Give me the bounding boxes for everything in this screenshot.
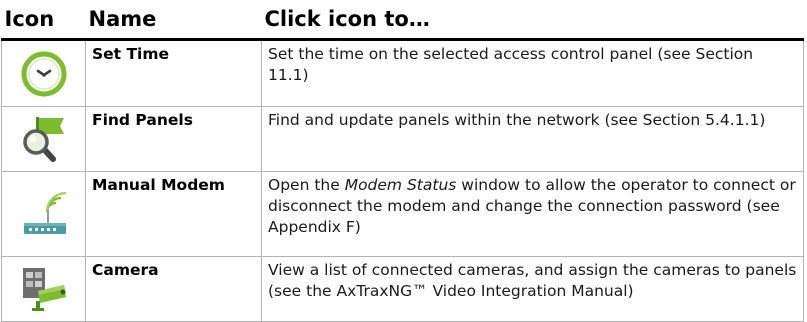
name-cell: Camera <box>85 256 262 322</box>
camera-icon[interactable] <box>20 265 68 313</box>
header-name: Name <box>85 0 262 41</box>
table-row: Set Time Set the time on the selected ac… <box>1 39 804 107</box>
table-row: Find Panels Find and update panels withi… <box>1 106 804 172</box>
modem-status-window-name: Modem Status <box>344 176 457 194</box>
name-cell: Manual Modem <box>85 171 262 257</box>
icon-cell <box>1 39 86 107</box>
icon-cell <box>1 171 86 257</box>
clock-icon[interactable] <box>20 50 68 98</box>
description-cell: View a list of connected cameras, and as… <box>261 256 804 322</box>
name-cell: Set Time <box>85 39 262 107</box>
icon-cell <box>1 106 86 172</box>
modem-icon[interactable] <box>20 190 68 238</box>
description-text: Open the <box>268 176 345 194</box>
header-icon: Icon <box>1 0 86 41</box>
description-cell: Set the time on the selected access cont… <box>261 39 804 107</box>
magnifier-flag-icon[interactable] <box>20 115 68 163</box>
description-cell: Find and update panels within the networ… <box>261 106 804 172</box>
table-row: Manual Modem Open the Modem Status windo… <box>1 171 804 257</box>
header-action: Click icon to… <box>261 0 804 41</box>
icon-reference-table: Icon Name Click icon to… Set Time Set th… <box>1 0 804 322</box>
description-cell: Open the Modem Status window to allow th… <box>261 171 804 257</box>
table-row: Camera View a list of connected cameras,… <box>1 256 804 322</box>
table-header-row: Icon Name Click icon to… <box>1 0 804 41</box>
icon-cell <box>1 256 86 322</box>
name-cell: Find Panels <box>85 106 262 172</box>
